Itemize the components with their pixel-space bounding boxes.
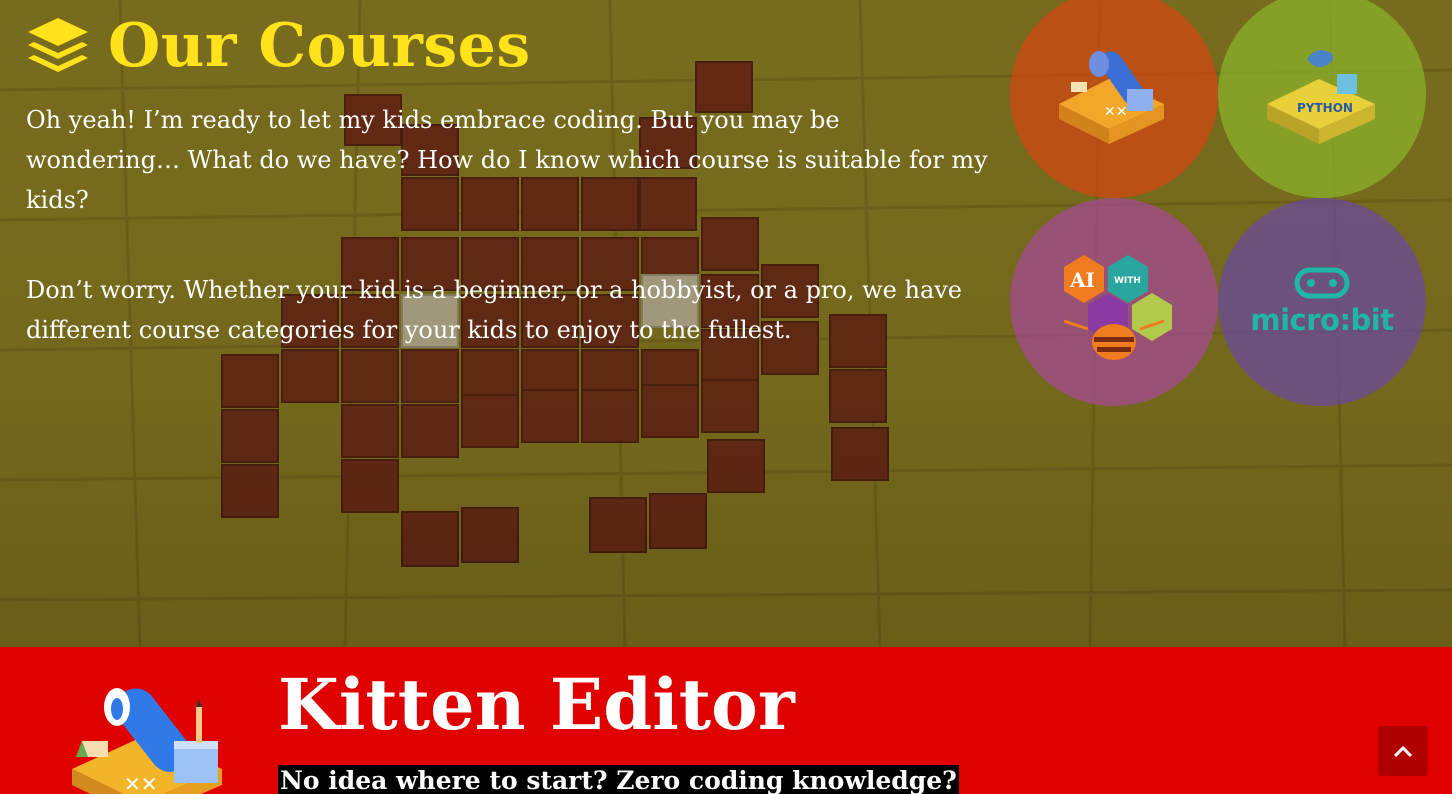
- featured-course-section: ✕✕ Kitten Editor No idea where to start?…: [0, 647, 1452, 794]
- intro-paragraph: Oh yeah! I’m ready to let my kids embrac…: [26, 106, 988, 214]
- course-subtitle: No idea where to start? Zero coding know…: [278, 765, 959, 794]
- svg-text:✕✕: ✕✕: [1104, 104, 1127, 120]
- intro-paragraph: Don’t worry. Whether your kid is a begin…: [26, 276, 963, 344]
- course-circle-ai[interactable]: AI WITH: [1010, 198, 1218, 406]
- svg-text:PYTHON: PYTHON: [1297, 101, 1353, 115]
- intro-text: Oh yeah! I’m ready to let my kids embrac…: [26, 100, 1001, 400]
- course-title: Kitten Editor: [278, 663, 795, 746]
- courses-hero: Our Courses Oh yeah! I’m ready to let my…: [0, 0, 1452, 647]
- page-header: Our Courses: [26, 8, 531, 84]
- svg-text:✕✕: ✕✕: [124, 772, 158, 794]
- kitten-editor-icon: ✕✕: [72, 688, 222, 794]
- course-circle-microbit[interactable]: micro:bit: [1218, 198, 1426, 406]
- svg-text:WITH: WITH: [1114, 276, 1141, 286]
- ai-with-bee-icon: AI WITH: [1063, 255, 1172, 360]
- scroll-to-top-button[interactable]: [1378, 726, 1428, 776]
- chevron-up-icon: [1394, 745, 1412, 757]
- python-icon: PYTHON: [1267, 50, 1375, 144]
- layers-icon: [28, 18, 88, 72]
- kitten-editor-icon: ✕✕: [1059, 51, 1164, 144]
- microbit-logo-text: micro:bit: [1250, 303, 1394, 337]
- page-title: Our Courses: [108, 11, 531, 81]
- svg-text:AI: AI: [1069, 268, 1095, 292]
- microbit-icon: [1294, 267, 1350, 299]
